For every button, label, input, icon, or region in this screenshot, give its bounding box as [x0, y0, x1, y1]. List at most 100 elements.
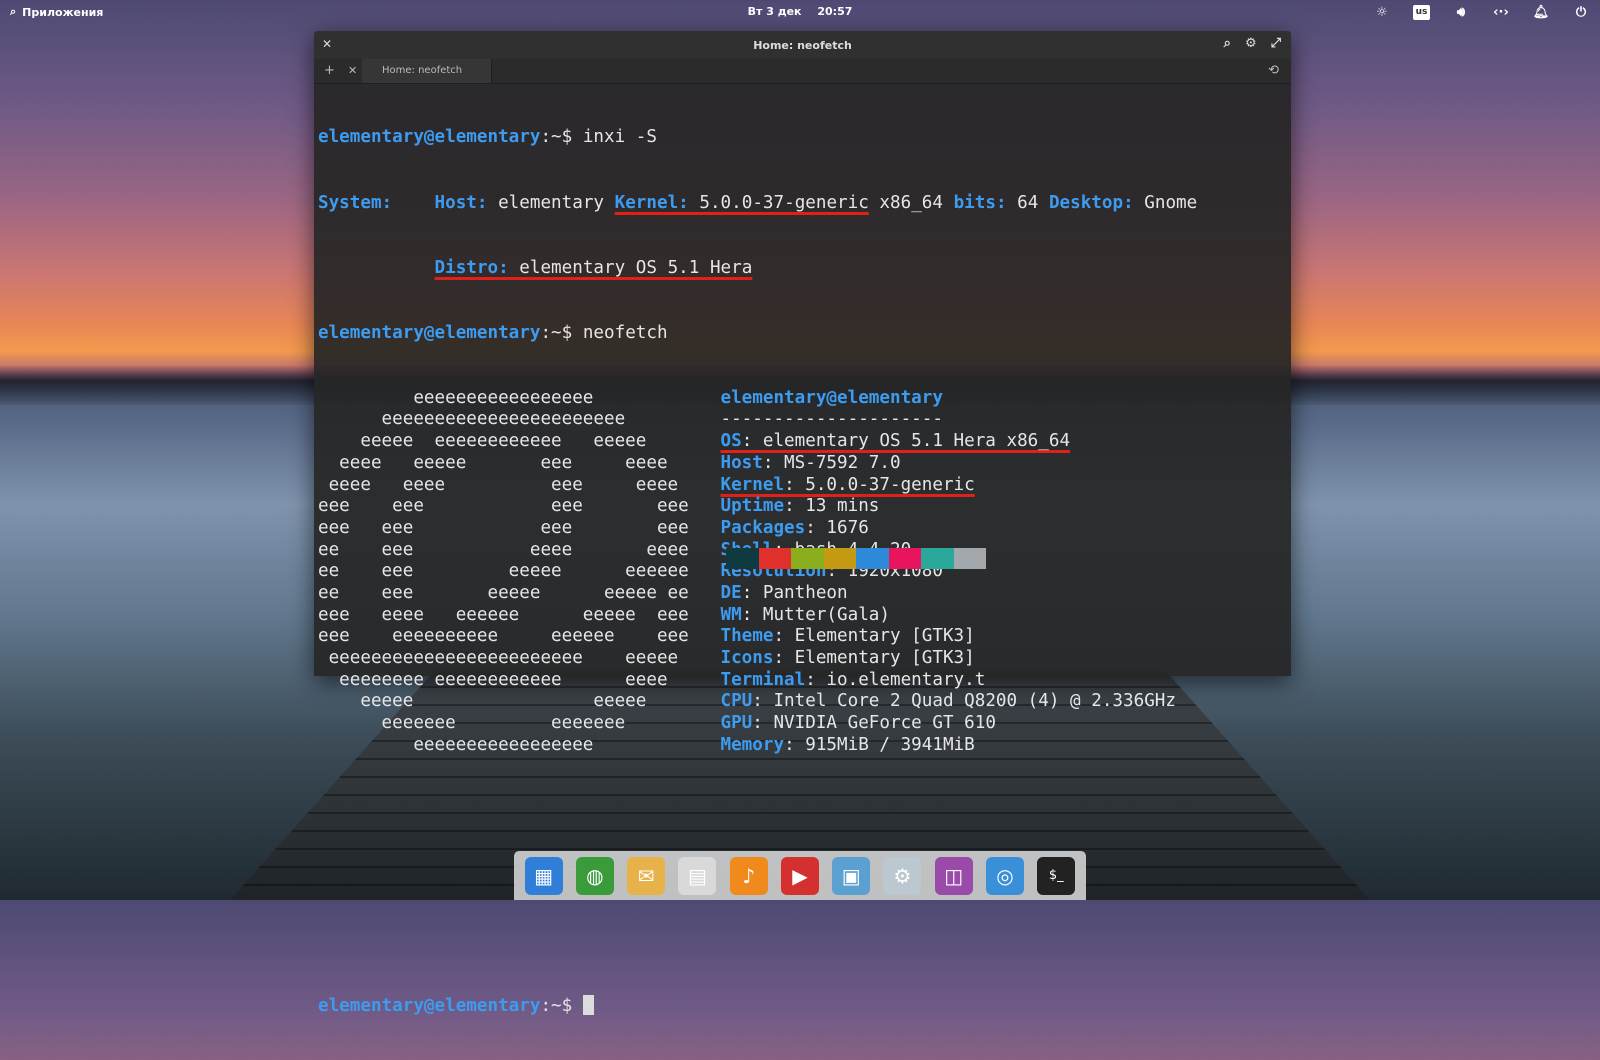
color-palette: [726, 548, 986, 569]
dock-videos-icon[interactable]: ▶: [780, 856, 819, 895]
dock-photos-icon[interactable]: ▣: [832, 856, 871, 895]
notifications-icon[interactable]: 🔔︎: [1532, 3, 1550, 21]
neofetch-key: Terminal: [720, 669, 806, 690]
dock-system-settings-icon[interactable]: ⚙: [883, 856, 922, 895]
terminal-output[interactable]: elementary@elementary:~$ inxi -S System:…: [318, 84, 1197, 1060]
datetime-indicator[interactable]: Вт 3 дек 20:57: [0, 5, 1600, 18]
date-label: Вт 3 дек: [747, 5, 802, 18]
neofetch-line: eee eee eee eee Packages: 1676: [318, 518, 1197, 540]
window-title: Home: neofetch: [753, 39, 852, 52]
neofetch-line: ee eee eeeee eeeee ee DE: Pantheon: [318, 583, 1197, 605]
dock-calendar-icon[interactable]: ▤: [678, 856, 717, 895]
neofetch-block: eeeeeeeeeeeeeeeee elementary@elementary …: [318, 388, 1197, 757]
neofetch-line: eeeeeeeeeeeeeeeeeeeeeee ----------------…: [318, 409, 1197, 431]
gear-icon[interactable]: ⚙: [1245, 36, 1257, 51]
ascii-logo-line: eeeeeeeeeeeeeeeeeeeeeeee eeeee: [318, 648, 689, 669]
network-icon[interactable]: ‹·›: [1492, 3, 1510, 21]
tab-home-neofetch[interactable]: Home: neofetch: [362, 59, 492, 83]
neofetch-key: WM: [720, 604, 742, 625]
new-tab-icon[interactable]: +: [324, 63, 335, 78]
neofetch-row-memory: Memory: 915MiB / 3941MiB: [721, 735, 975, 755]
neofetch-line: eeeee eeeeeeeeeeee eeeee OS: elementary …: [318, 431, 1197, 453]
neofetch-header: elementary@elementary: [720, 387, 943, 408]
neofetch-line: eee eee eee eee Uptime: 13 mins: [318, 496, 1197, 518]
close-tab-icon[interactable]: ✕: [348, 64, 357, 77]
top-panel: ⌕ Приложения Вт 3 дек 20:57 ☼ us 🔊︎ ‹·› …: [0, 0, 1600, 24]
keyboard-layout-indicator[interactable]: us: [1413, 4, 1430, 20]
search-icon[interactable]: ⌕: [1224, 36, 1231, 51]
neofetch-line: eeee eeee eee eeee Kernel: 5.0.0-37-gene…: [318, 475, 1197, 497]
dock-terminal-icon[interactable]: $_: [1037, 856, 1076, 895]
palette-swatch: [953, 548, 986, 569]
distro-highlight: Distro: elementary OS 5.1 Hera: [434, 257, 753, 278]
neofetch-key: GPU: [720, 713, 753, 734]
maximize-icon[interactable]: ⤢: [1271, 36, 1281, 51]
power-icon[interactable]: ⏻: [1572, 3, 1590, 21]
palette-swatch: [921, 548, 954, 569]
neofetch-value: : io.elementary.t: [805, 669, 986, 690]
palette-swatch: [856, 548, 889, 569]
history-icon[interactable]: ⟲: [1268, 63, 1279, 78]
volume-icon[interactable]: 🔊︎: [1452, 3, 1470, 21]
neofetch-value: : elementary OS 5.1 Hera x86_64: [741, 431, 1071, 452]
neofetch-row-wm: WM: Mutter(Gala): [721, 605, 890, 625]
neofetch-key: OS: [720, 431, 742, 452]
neofetch-line: eeeeeeeeeeeeeeeee Memory: 915MiB / 3941M…: [318, 735, 1197, 757]
dock-installer-icon[interactable]: ◎: [986, 856, 1025, 895]
dock-mail-icon[interactable]: ✉: [627, 856, 666, 895]
neofetch-value: : MS-7592 7.0: [762, 452, 901, 473]
neofetch-value: : 13 mins: [784, 496, 880, 517]
dock-appcenter-icon[interactable]: ◫: [934, 856, 973, 895]
palette-swatch: [888, 548, 921, 569]
neofetch-line: eeeeeeee eeeeeeeeeeee eeee Terminal: io.…: [318, 670, 1197, 692]
prompt-line: elementary@elementary:~$: [318, 995, 1197, 1017]
prompt-line: elementary@elementary:~$ inxi -S: [318, 127, 657, 148]
titlebar[interactable]: ✕ Home: neofetch ⌕ ⚙ ⤢: [314, 31, 1291, 59]
dock-epiphany-browser-icon[interactable]: ◍: [575, 856, 614, 895]
neofetch-row-theme: Theme: Elementary [GTK3]: [721, 626, 975, 646]
prompt-line: elementary@elementary:~$ neofetch: [318, 322, 668, 343]
neofetch-row-gpu: GPU: NVIDIA GeForce GT 610: [721, 713, 996, 733]
palette-swatch: [758, 548, 791, 569]
night-light-icon[interactable]: ☼: [1373, 3, 1391, 21]
neofetch-row-packages: Packages: 1676: [721, 518, 869, 538]
neofetch-value: : Intel Core 2 Quad Q8200 (4) @ 2.336GHz: [752, 691, 1176, 712]
ascii-logo-line: eee eee eee eee: [318, 517, 689, 538]
tab-bar: + ✕ Home: neofetch ⟲: [314, 59, 1291, 84]
neofetch-key: CPU: [720, 691, 753, 712]
dock-multitasking-view-icon[interactable]: ▦: [524, 856, 563, 895]
ascii-logo-line: eee eee eee eee: [318, 496, 689, 517]
inxi-distro-line: Distro: elementary OS 5.1 Hera: [318, 258, 1197, 280]
command-inxi: inxi -S: [572, 127, 657, 148]
neofetch-line: eee eeee eeeeee eeeee eee WM: Mutter(Gala…: [318, 605, 1197, 627]
neofetch-row-os: OS: elementary OS 5.1 Hera x86_64: [721, 431, 1071, 451]
neofetch-key: Packages: [720, 517, 806, 538]
ascii-logo-line: eeeeeeee eeeeeeeeeeee eeee: [318, 669, 689, 690]
ascii-logo-line: eeee eeeee eee eeee: [318, 452, 689, 473]
neofetch-value: : 915MiB / 3941MiB: [784, 734, 975, 755]
neofetch-value: : NVIDIA GeForce GT 610: [752, 713, 996, 734]
ascii-logo-line: eeeee eeeee: [318, 691, 689, 712]
neofetch-row-uptime: Uptime: 13 mins: [721, 496, 880, 516]
neofetch-key: Memory: [720, 734, 785, 755]
indicators: ☼ us 🔊︎ ‹·› 🔔︎ ⏻: [1373, 3, 1590, 21]
neofetch-value: : 5.0.0-37-generic: [784, 474, 975, 495]
neofetch-row-kernel: Kernel: 5.0.0-37-generic: [721, 475, 975, 495]
neofetch-key: Uptime: [720, 496, 785, 517]
kernel-highlight: Kernel: 5.0.0-37-generic: [614, 192, 869, 213]
dock: ▦ ◍ ✉ ▤ ♪ ▶ ▣ ⚙ ◫ ◎ $_: [514, 851, 1086, 900]
neofetch-key: Theme: [720, 626, 774, 647]
neofetch-value: : Mutter(Gala): [741, 604, 890, 625]
neofetch-row-icons: Icons: Elementary [GTK3]: [721, 648, 975, 668]
dock-music-icon[interactable]: ♪: [729, 856, 768, 895]
ascii-logo-line: ee eee eeee eeee: [318, 539, 689, 560]
neofetch-key: Host: [720, 452, 763, 473]
neofetch-key: DE: [720, 582, 742, 603]
neofetch-value: : 1676: [805, 517, 869, 538]
palette-swatch: [726, 548, 759, 569]
neofetch-line: eeeeeee eeeeeee GPU: NVIDIA GeForce GT 6…: [318, 713, 1197, 735]
ascii-logo-line: ee eee eeeee eeeee ee: [318, 582, 689, 603]
neofetch-line: eeee eeeee eee eeee Host: MS-7592 7.0: [318, 453, 1197, 475]
neofetch-line: eeeeeeeeeeeeeeeeeeeeeeee eeeee Icons: El…: [318, 648, 1197, 670]
neofetch-key: Icons: [720, 648, 774, 669]
